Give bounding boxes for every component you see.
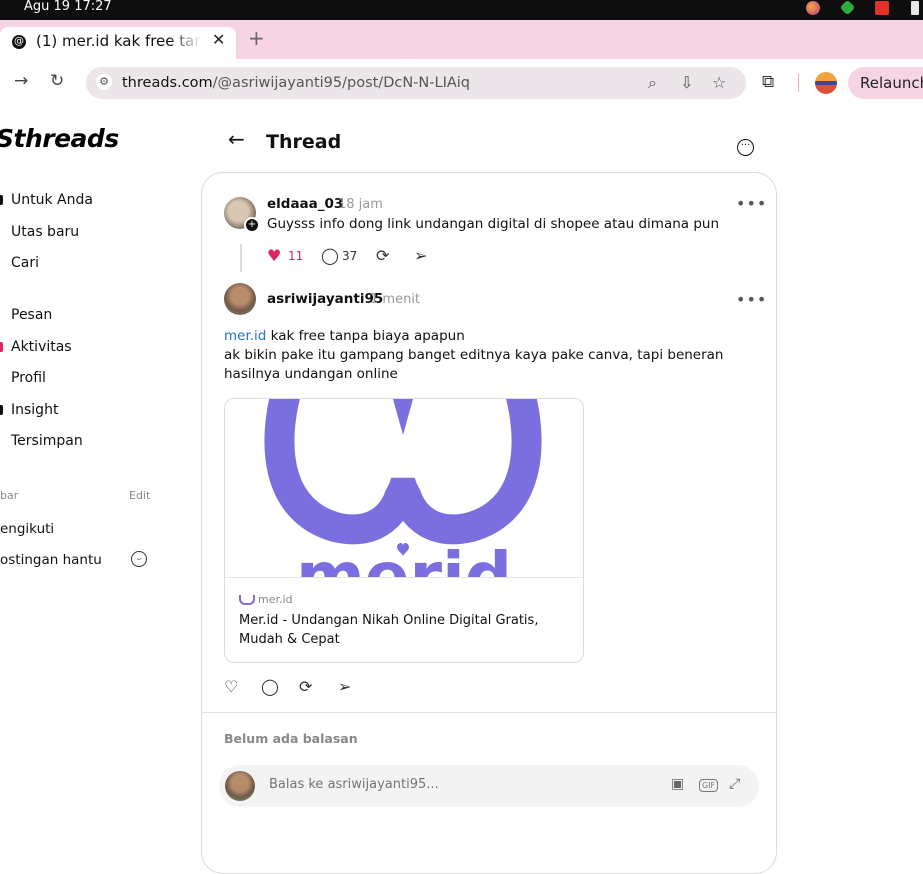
share-icon[interactable]: ➢ — [338, 678, 351, 696]
recycle-icon[interactable] — [839, 0, 856, 16]
expand-icon[interactable]: ⤢ — [729, 776, 740, 792]
nav-aktivitas[interactable]: Aktivitas — [0, 336, 72, 358]
no-replies-label: Belum ada balasan — [224, 731, 358, 746]
nav-pesan[interactable]: Pesan — [0, 304, 52, 326]
os-top-bar: Agu 19 17:27 — [0, 0, 923, 20]
merid-mini-icon — [239, 595, 255, 605]
preview-wordmark: merid — [296, 538, 512, 577]
os-clock[interactable]: Agu 19 17:27 — [24, 0, 112, 14]
parent-more-icon[interactable]: ••• — [736, 194, 767, 213]
reply-composer[interactable]: ▣ GIF ⤢ — [219, 765, 759, 807]
nav-cari[interactable]: Cari — [0, 252, 39, 274]
thread-connector — [240, 244, 242, 272]
post-username[interactable]: asriwijayanti95 — [267, 291, 383, 307]
parent-like-count: 11 — [288, 249, 304, 263]
saved-icon — [0, 436, 3, 446]
section-divider — [201, 712, 777, 713]
threads-favicon-icon: @ — [12, 35, 26, 49]
reply-icon[interactable]: ◯ — [321, 247, 339, 265]
link-preview-card[interactable]: merid mer.id Mer.id - Undangan Nikah Onl… — [224, 398, 584, 663]
url-text[interactable]: threads.com/@asriwijayanti95/post/DcN-N-… — [122, 73, 470, 93]
insight-icon — [0, 405, 3, 415]
network-icon[interactable] — [911, 1, 919, 15]
tab-strip: @ (1) mer.id kak free tanpa biaya apapun… — [0, 20, 923, 59]
close-tab-icon[interactable]: ✕ — [212, 30, 225, 49]
gif-icon[interactable]: GIF — [699, 776, 719, 792]
edit-feeds-link[interactable]: Edit — [129, 489, 150, 502]
tab-title: (1) mer.id kak free tanpa biaya apapun — [36, 32, 202, 50]
parent-username[interactable]: eldaaa_03 — [267, 196, 343, 212]
like-icon[interactable]: ♡ — [224, 678, 238, 696]
extensions-icon[interactable]: ⧉ — [762, 72, 774, 92]
share-icon[interactable]: ➢ — [414, 247, 427, 265]
reply-icon[interactable]: ◯ — [261, 678, 279, 696]
compose-icon — [0, 227, 3, 237]
nav-insight[interactable]: Insight — [0, 399, 58, 421]
nav-utas-baru[interactable]: Utas baru — [0, 221, 79, 243]
search-icon — [0, 258, 3, 268]
feed-mengikuti[interactable]: engikuti — [0, 521, 54, 537]
message-icon — [0, 310, 3, 320]
reply-input[interactable] — [267, 776, 651, 793]
ghost-icon: ⌣ — [131, 551, 147, 567]
address-bar[interactable]: ⚙ threads.com/@asriwijayanti95/post/DcN-… — [86, 67, 746, 99]
firefox-icon[interactable] — [806, 1, 820, 15]
link-domain: mer.id — [239, 593, 293, 606]
liked-heart-icon[interactable]: ♥ — [267, 247, 281, 265]
feed-postingan-hantu[interactable]: ostingan hantu — [0, 552, 102, 568]
parent-reply-count: 37 — [342, 249, 358, 263]
back-arrow-icon[interactable]: ← — [228, 127, 245, 151]
merid-logo-icon: merid — [264, 399, 542, 577]
more-options-icon[interactable]: ··· — [737, 139, 754, 156]
browser-toolbar: → ↻ ⚙ threads.com/@asriwijayanti95/post/… — [0, 59, 923, 106]
nav-profil[interactable]: Profil — [0, 367, 46, 389]
reload-icon[interactable]: ↻ — [50, 71, 64, 91]
bookmark-star-icon[interactable]: ☆ — [712, 73, 726, 93]
home-icon — [0, 195, 3, 205]
profile-icon — [0, 373, 3, 383]
threads-logo[interactable]: Sthreads — [0, 124, 119, 153]
parent-time[interactable]: 18 jam — [338, 197, 383, 212]
avatar[interactable] — [224, 283, 256, 315]
activity-icon — [0, 342, 3, 352]
nav-tersimpan[interactable]: Tersimpan — [0, 430, 83, 452]
system-tray — [806, 0, 923, 16]
relaunch-button[interactable]: Relaunch — [848, 67, 923, 99]
new-tab-icon[interactable]: + — [248, 28, 265, 48]
follow-plus-icon[interactable]: + — [244, 217, 260, 233]
repost-icon[interactable]: ⟳ — [376, 247, 389, 265]
post-time[interactable]: 1 menit — [370, 292, 420, 307]
feeds-header: bar — [0, 489, 19, 502]
nav-untuk-anda[interactable]: Untuk Anda — [0, 189, 93, 211]
post-link[interactable]: mer.id — [224, 328, 266, 344]
repost-icon[interactable]: ⟳ — [299, 678, 312, 696]
zoom-icon[interactable]: ⌕ — [648, 73, 657, 93]
post-more-icon[interactable]: ••• — [736, 290, 767, 309]
parent-post-text: Guysss info dong link undangan digital d… — [267, 216, 720, 232]
install-app-icon[interactable]: ⇩ — [680, 73, 693, 93]
browser-tab[interactable]: @ (1) mer.id kak free tanpa biaya apapun… — [0, 27, 236, 59]
site-info-icon[interactable]: ⚙ — [96, 74, 112, 90]
anydesk-icon[interactable] — [875, 1, 889, 15]
image-upload-icon[interactable]: ▣ — [671, 776, 684, 792]
link-title: Mer.id - Undangan Nikah Online Digital G… — [239, 613, 539, 647]
link-preview-image[interactable]: merid — [225, 399, 583, 578]
toolbar-divider — [798, 74, 799, 92]
post-text: mer.id kak free tanpa biaya apapun ak bi… — [224, 328, 724, 382]
forward-icon[interactable]: → — [14, 71, 28, 91]
avatar — [225, 771, 255, 801]
page-title: Thread — [266, 131, 342, 153]
profile-avatar[interactable] — [815, 72, 837, 94]
